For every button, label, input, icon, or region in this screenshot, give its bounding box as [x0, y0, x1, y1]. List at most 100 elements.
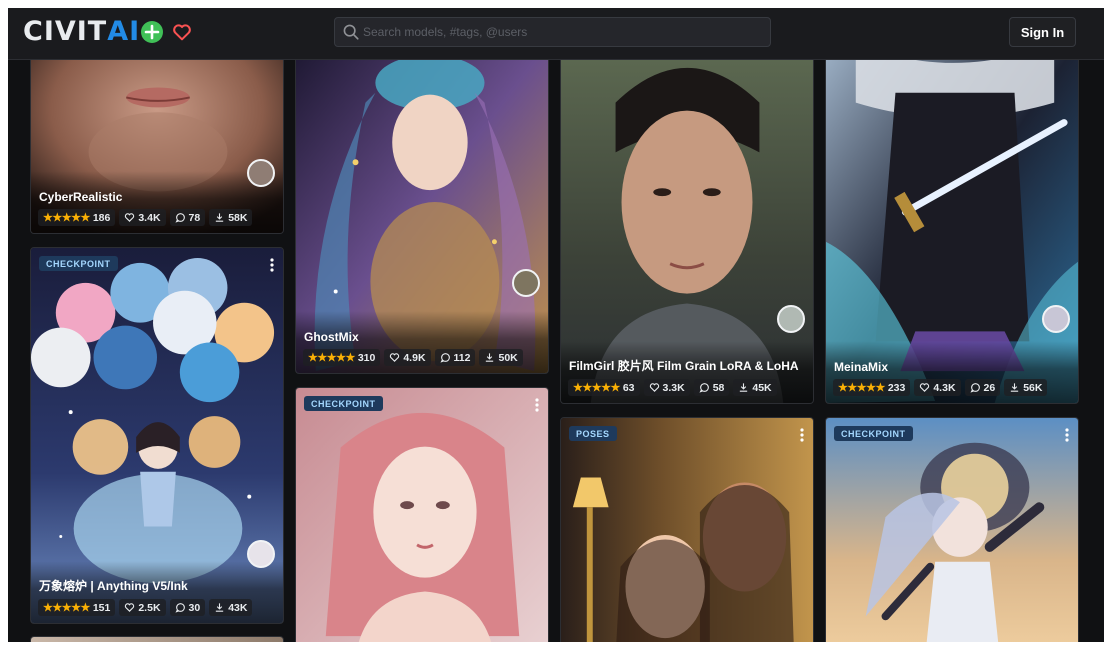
- model-preview-image: [561, 418, 813, 642]
- sign-in-button[interactable]: Sign In: [1009, 17, 1076, 47]
- model-stats: ★★★★★ 63 3.3K 58 45K: [568, 379, 777, 396]
- model-title: GhostMix: [304, 330, 359, 344]
- download-icon: [216, 213, 224, 222]
- model-title: CyberRealistic: [39, 190, 123, 204]
- rating-count: 63: [622, 381, 635, 394]
- model-stats: ★★★★★ 310 4.9K 112 50K: [303, 349, 523, 366]
- kebab-menu-icon[interactable]: [800, 428, 804, 442]
- search-icon: [343, 24, 359, 40]
- rating-count: 151: [92, 601, 111, 614]
- downloads-count: 50K: [498, 351, 518, 364]
- rating-count: 186: [92, 211, 111, 224]
- download-icon: [1011, 383, 1019, 392]
- model-type-badge: CHECKPOINT: [834, 426, 913, 441]
- model-preview-image: [826, 418, 1078, 642]
- rating-pill: ★★★★★ 186: [38, 209, 116, 226]
- logo-text-civit: CIVIT: [23, 16, 108, 47]
- downloads-count: 58K: [228, 211, 248, 224]
- star-icon: ★★★★★: [43, 212, 90, 224]
- download-icon: [486, 353, 494, 362]
- creator-avatar[interactable]: [777, 305, 805, 333]
- downloads-pill: 50K: [479, 349, 523, 366]
- add-icon[interactable]: [141, 21, 163, 43]
- rating-pill: ★★★★★ 63: [568, 379, 640, 396]
- model-type-badge: CHECKPOINT: [39, 256, 118, 271]
- comments-count: 30: [188, 601, 201, 614]
- creator-avatar[interactable]: [247, 540, 275, 568]
- comment-icon: [969, 383, 980, 393]
- kebab-menu-icon[interactable]: [1065, 428, 1069, 442]
- kebab-menu-icon[interactable]: [270, 258, 274, 272]
- heart-icon: [649, 383, 659, 392]
- civitai-logo[interactable]: CIVIT AI: [23, 16, 141, 47]
- model-title: FilmGirl 胶片风 Film Grain LoRA & LoHA: [569, 359, 799, 373]
- comments-count: 26: [983, 381, 996, 394]
- downloads-pill: 58K: [209, 209, 253, 226]
- comments-count: 78: [188, 211, 201, 224]
- likes-pill: 3.3K: [643, 379, 690, 396]
- star-icon: ★★★★★: [43, 602, 90, 614]
- likes-pill: 4.9K: [384, 349, 431, 366]
- likes-count: 3.3K: [662, 381, 685, 394]
- downloads-pill: 45K: [733, 379, 777, 396]
- star-icon: ★★★★★: [838, 382, 885, 394]
- model-card-anything-v5[interactable]: CHECKPOINT 万象熔炉 | Anything V5/Ink ★★★★★ 1…: [30, 247, 284, 624]
- heart-icon: [125, 213, 135, 222]
- star-icon: ★★★★★: [308, 352, 355, 364]
- comment-icon: [174, 603, 185, 613]
- model-preview-image: [296, 388, 548, 642]
- comments-pill: 58: [693, 379, 730, 396]
- comments-count: 112: [453, 351, 471, 364]
- comment-icon: [699, 383, 709, 393]
- rating-count: 310: [357, 351, 376, 364]
- likes-count: 4.9K: [403, 351, 426, 364]
- heart-icon: [920, 383, 930, 392]
- model-stats: ★★★★★ 186 3.4K 78 58K: [38, 209, 253, 226]
- heart-icon: [390, 353, 400, 362]
- star-icon: ★★★★★: [573, 382, 620, 394]
- creator-avatar[interactable]: [512, 269, 540, 297]
- model-title: 万象熔炉 | Anything V5/Ink: [39, 579, 188, 593]
- creator-avatar[interactable]: [1042, 305, 1070, 333]
- downloads-count: 43K: [228, 601, 248, 614]
- downloads-count: 56K: [1023, 381, 1043, 394]
- logo-text-ai: AI: [107, 16, 141, 47]
- model-preview-image: [31, 637, 283, 642]
- downloads-pill: 43K: [209, 599, 253, 616]
- rating-pill: ★★★★★ 151: [38, 599, 116, 616]
- heart-icon[interactable]: [171, 21, 193, 43]
- likes-pill: 4.3K: [914, 379, 961, 396]
- search-box[interactable]: [334, 17, 771, 47]
- comments-count: 58: [712, 381, 725, 394]
- search-input[interactable]: [363, 18, 763, 46]
- model-type-badge: POSES: [569, 426, 617, 441]
- likes-pill: 2.5K: [119, 599, 166, 616]
- model-card-checkpoint-portrait[interactable]: CHECKPOINT: [295, 387, 549, 642]
- rating-pill: ★★★★★ 310: [303, 349, 381, 366]
- model-card-meinamix[interactable]: MeinaMix ★★★★★ 233 4.3K 26 56K: [825, 42, 1079, 404]
- comments-pill: 78: [169, 209, 206, 226]
- model-stats: ★★★★★ 233 4.3K 26 56K: [833, 379, 1048, 396]
- likes-pill: 3.4K: [119, 209, 166, 226]
- model-card-cyberrealistic[interactable]: CyberRealistic ★★★★★ 186 3.4K 78 58K: [30, 42, 284, 234]
- kebab-menu-icon[interactable]: [535, 398, 539, 412]
- likes-count: 3.4K: [138, 211, 161, 224]
- model-type-badge: CHECKPOINT: [304, 396, 383, 411]
- comments-pill: 112: [434, 349, 476, 366]
- model-card-filmgirl[interactable]: FilmGirl 胶片风 Film Grain LoRA & LoHA ★★★★…: [560, 42, 814, 404]
- likes-count: 4.3K: [933, 381, 956, 394]
- rating-count: 233: [887, 381, 906, 394]
- download-icon: [216, 603, 224, 612]
- top-navbar: CIVITAI Sign In: [8, 8, 1104, 60]
- comment-icon: [174, 213, 185, 223]
- download-icon: [740, 383, 748, 392]
- model-card-checkpoint-anime[interactable]: CHECKPOINT: [825, 417, 1079, 642]
- downloads-count: 45K: [752, 381, 772, 394]
- creator-avatar[interactable]: [247, 159, 275, 187]
- rating-pill: ★★★★★ 233: [833, 379, 911, 396]
- model-card-ghostmix[interactable]: GhostMix ★★★★★ 310 4.9K 112 50K: [295, 42, 549, 374]
- model-card-poses[interactable]: POSES: [560, 417, 814, 642]
- model-stats: ★★★★★ 151 2.5K 30 43K: [38, 599, 253, 616]
- comments-pill: 26: [964, 379, 1001, 396]
- model-card-partial[interactable]: [30, 636, 284, 642]
